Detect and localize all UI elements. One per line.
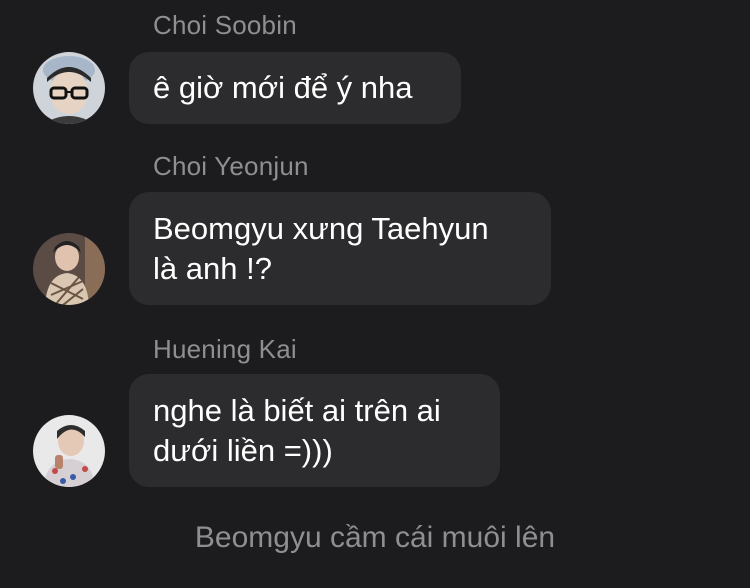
message-text: là anh !? — [153, 250, 272, 286]
avatar[interactable] — [33, 233, 105, 305]
avatar[interactable] — [33, 52, 105, 124]
message-bubble[interactable]: Beomgyu xưng Taehyun là anh !? — [129, 192, 551, 305]
sender-name: Choi Yeonjun — [153, 151, 309, 181]
system-message: Beomgyu cầm cái muôi lên — [194, 521, 556, 554]
avatar[interactable] — [33, 415, 105, 487]
message-bubble[interactable]: ê giờ mới để ý nha — [129, 52, 461, 124]
sender-name: Huening Kai — [153, 334, 297, 364]
avatar-photo-icon — [33, 52, 105, 124]
message-text: nghe là biết ai trên ai — [153, 392, 441, 428]
message-bubble[interactable]: nghe là biết ai trên ai dưới liền =))) — [129, 374, 500, 487]
avatar-photo-icon — [33, 233, 105, 305]
message-text: Beomgyu xưng Taehyun — [153, 210, 489, 246]
avatar-photo-icon — [33, 415, 105, 487]
message-text: dưới liền =))) — [153, 432, 333, 468]
message-text: ê giờ mới để ý nha — [153, 70, 413, 105]
sender-name: Choi Soobin — [153, 10, 297, 40]
